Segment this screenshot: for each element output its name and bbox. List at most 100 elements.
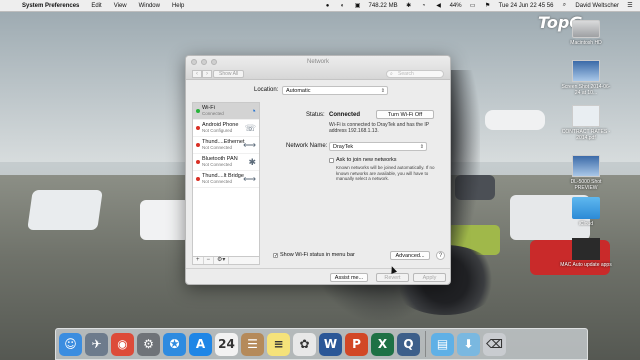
wifi-icon: ◔ [250,106,256,116]
phone-icon: ☏ [244,123,256,133]
menu-view[interactable]: View [108,3,133,9]
calendar-icon[interactable]: 24 [215,332,238,356]
zoom-button[interactable] [211,59,217,65]
show-wifi-status-checkbox[interactable]: ✓ [273,253,278,259]
show-all-button[interactable]: Show All [213,70,245,78]
search-input[interactable]: ⌕ Search [386,70,444,78]
bluetooth-icon: ✱ [248,157,256,167]
window-titlebar[interactable]: Network [186,56,450,68]
advanced-button[interactable]: Advanced... [390,251,430,260]
minimize-button[interactable] [201,59,207,65]
close-button[interactable] [191,59,197,65]
location-row: Location: Automatic ⇕ [186,86,450,96]
launchpad-icon[interactable]: ✈ [85,332,108,356]
wifi-menu-icon[interactable]: ◔ [420,3,428,9]
excel-icon[interactable]: X [371,332,394,356]
window-controls [191,59,217,65]
desktop-icon-macintosh-hd[interactable]: Macintosh HD [560,20,612,46]
service-item[interactable]: Android Phone Not Configured ☏ [193,120,259,137]
app-store-icon[interactable]: A [189,332,212,356]
bluetooth-menu-icon[interactable]: ✱ [405,2,413,9]
status-description: Wi-Fi is connected to DrayTek and has th… [329,122,429,134]
assist-me-button[interactable]: Assist me... [330,273,368,282]
pdf-file-icon [572,105,600,127]
desktop-icon-screenshot[interactable]: Screen Shot 2014-06-24 at 10... [560,60,612,96]
trash-icon[interactable]: ⌫ [483,332,506,356]
desktop-icon-label: DL-5000 Shot PREVIEW [570,179,602,191]
apply-button[interactable]: Apply [413,273,446,282]
status-value: Connected [329,112,361,118]
status-dot-icon [196,160,200,164]
location-label: Location: [254,87,279,93]
ask-join-checkbox[interactable] [329,158,334,163]
downloads-folder-icon[interactable]: ⬇ [457,332,480,356]
bridge-icon: ⟷ [243,174,256,184]
service-list-controls: + − ⚙▾ [192,256,260,265]
gear-menu-button[interactable]: ⚙▾ [214,257,230,264]
forward-button[interactable]: › [202,70,212,78]
chevron-updown-icon: ⇕ [380,88,385,94]
revert-button[interactable]: Revert [376,273,409,282]
menu-help[interactable]: Help [166,3,190,9]
clock[interactable]: Tue 24 Jun 22 45 56 [499,3,554,9]
desktop-icon-preview[interactable]: DL-5000 Shot PREVIEW [560,155,612,191]
window-toolbar: ‹ › Show All ⌕ Search [186,68,450,80]
volume-icon[interactable]: ◀ [435,2,443,9]
search-icon[interactable]: ⌕ [560,2,568,9]
dock-separator [425,331,426,357]
battery-percent[interactable]: 44% [450,3,462,9]
service-item[interactable]: Thund....Ethernet Not Connected ⟷ [193,137,259,154]
add-service-button[interactable]: + [193,257,204,264]
network-name-label: Network Name: [286,143,328,149]
desktop-icon-icloud[interactable]: iCloud [560,197,612,227]
quicktime-icon[interactable]: Q [397,332,420,356]
ask-join-label: Ask to join new networks [336,157,397,163]
notes-icon[interactable]: ≡ [267,332,290,356]
dock: ☺ ✈ ◉ ⚙ ✪ A 24 ☰ ≡ ✿ W P X Q ▤ ⬇ ⌫ [55,328,588,360]
vpn-icon[interactable]: ◐ [339,3,347,9]
app-icon [572,238,600,260]
search-icon: ⌕ [390,71,393,77]
contacts-icon[interactable]: ☰ [241,332,264,356]
status-label: Status: [306,112,325,118]
system-preferences-icon[interactable]: ⚙ [137,332,160,356]
photos-icon[interactable]: ✿ [293,332,316,356]
ask-join-description: Known networks will be joined automatica… [336,165,435,181]
service-item[interactable]: Thund....lt Bridge Not Connected ⟷ [193,171,259,188]
desktop-icon-contract-rates[interactable]: CONTRACT RATES - 2014.pdf [560,105,612,141]
monitor-icon[interactable]: ▣ [354,2,362,9]
nav-buttons: ‹ › [192,70,212,78]
window-title: Network [306,59,329,65]
net-speed[interactable]: 748.22 MB [369,3,398,9]
back-button[interactable]: ‹ [192,70,202,78]
menu-edit[interactable]: Edit [85,3,107,9]
documents-folder-icon[interactable]: ▤ [431,332,454,356]
image-file-icon [572,155,600,177]
finder-icon[interactable]: ☺ [59,332,82,356]
record-icon[interactable]: ● [324,3,332,9]
word-icon[interactable]: W [319,332,342,356]
service-item[interactable]: Bluetooth PAN Not Connected ✱ [193,154,259,171]
desktop-icon-mac-auto-update[interactable]: MAC Auto update apps [560,238,612,268]
turn-wifi-off-button[interactable]: Turn Wi-Fi Off [376,110,434,119]
status-dot-icon [196,126,200,130]
service-list[interactable]: Wi-Fi Connected ◔ Android Phone Not Configur… [192,102,260,258]
location-select[interactable]: Automatic ⇕ [282,86,388,95]
menu-app-name[interactable]: System Preferences [16,3,85,9]
ethernet-icon: ⟷ [243,140,256,150]
location-value: Automatic [286,88,311,94]
desktop-icon-label: Screen Shot 2014-06-24 at 10... [561,84,611,96]
notification-center-icon[interactable]: ☰ [626,2,634,9]
help-button[interactable]: ? [436,251,445,260]
powerpoint-icon[interactable]: P [345,332,368,356]
flag-icon[interactable]: ⚑ [484,2,492,9]
status-dot-icon [196,143,200,147]
remove-service-button[interactable]: − [204,257,215,264]
safari-icon[interactable]: ✪ [163,332,186,356]
menu-window[interactable]: Window [133,3,166,9]
user-name[interactable]: David Weltscher [575,3,619,9]
service-item[interactable]: Wi-Fi Connected ◔ [193,103,259,120]
chrome-icon[interactable]: ◉ [111,332,134,356]
network-name-select[interactable]: DrayTek ⇕ [329,142,427,151]
battery-icon[interactable]: ▭ [469,2,477,9]
